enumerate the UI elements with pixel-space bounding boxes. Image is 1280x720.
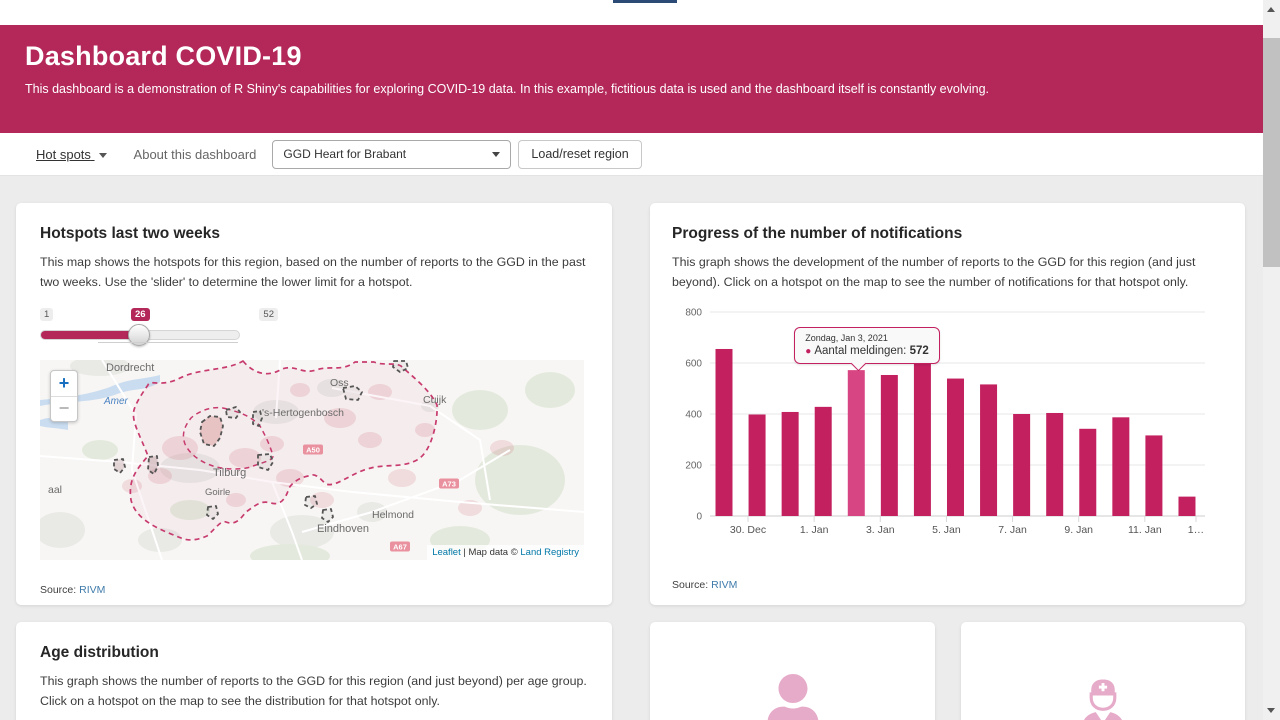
age-distribution-panel: Age distribution This graph shows the nu… [16,622,612,720]
tooltip-value: 572 [910,345,929,357]
select-caret-icon [492,152,500,157]
series-dot-icon: ● [805,346,811,357]
tooltip-value-row: ●Aantal meldingen: 572 [805,345,929,357]
slider-min-label: 1 [40,308,53,321]
progress-panel: Progress of the number of notifications … [650,203,1245,605]
slider-fill [41,331,138,339]
hotspot-threshold-slider: 1 26 52 [40,308,240,352]
svg-text:30. Dec: 30. Dec [730,524,766,536]
zoom-out-button[interactable]: − [51,397,77,421]
map-canvas: Dordrecht Oss Cuijk 's-Hertogenbosch Tilburg… [40,360,584,560]
leaflet-link[interactable]: Leaflet [432,547,461,558]
slider-max-label: 52 [259,308,278,321]
land-registry-link[interactable]: Land Registry [520,547,579,558]
svg-text:'s-Hertogenbosch: 's-Hertogenbosch [262,407,344,419]
scrollbar-thumb[interactable] [1263,38,1280,267]
svg-text:0: 0 [696,512,702,523]
care-card [961,622,1245,720]
svg-text:1. Jan: 1. Jan [800,524,829,536]
svg-text:A73: A73 [442,480,456,489]
age-description: This graph shows the number of reports t… [40,672,588,711]
chart-source: Source: RIVM [672,579,1223,591]
svg-text:600: 600 [685,359,702,370]
hotspots-description: This map shows the hotspots for this reg… [40,253,588,292]
rivm-link[interactable]: RIVM [711,579,737,591]
svg-text:A50: A50 [306,446,320,455]
top-strip [0,0,1263,25]
svg-text:9. Jan: 9. Jan [1064,524,1093,536]
top-progress-bar [613,0,677,3]
page-subtitle: This dashboard is a demonstration of R S… [25,82,1238,96]
svg-text:200: 200 [685,461,702,472]
nav-about-dashboard[interactable]: About this dashboard [134,147,257,162]
nav-hot-spots[interactable]: Hot spots [36,147,107,162]
svg-text:3. Jan: 3. Jan [866,524,895,536]
svg-text:800: 800 [685,308,702,319]
chevron-down-icon [99,153,107,158]
slider-value-badge: 26 [131,308,150,321]
progress-description: This graph shows the development of the … [672,253,1223,292]
page-header: Dashboard COVID-19 This dashboard is a d… [0,25,1263,133]
svg-text:Tilburg: Tilburg [213,467,246,479]
progress-title: Progress of the number of notifications [672,225,1223,243]
svg-text:Goirle: Goirle [205,487,230,498]
user-icon [764,674,822,720]
svg-text:Cuijk: Cuijk [423,394,447,406]
region-select[interactable]: GGD Heart for Brabant [272,140,511,169]
scroll-up-icon[interactable] [1267,7,1275,12]
hotspots-map[interactable]: Dordrecht Oss Cuijk 's-Hertogenbosch Tilburg… [40,360,584,560]
attribution-text: | Map data © [461,547,521,558]
bar-chart-canvas: 0 200 400 600 800 30. Dec 1. Jan 3. Jan 5. Jan 7.… [672,302,1223,550]
svg-text:aal: aal [48,484,62,496]
tooltip-date: Zondag, Jan 3, 2021 [805,333,929,343]
svg-text:400: 400 [685,410,702,421]
svg-text:5. Jan: 5. Jan [932,524,961,536]
map-source: Source: RIVM [40,584,588,596]
age-title: Age distribution [40,644,588,662]
page-title: Dashboard COVID-19 [25,41,1238,72]
zoom-in-button[interactable]: + [51,371,77,397]
navbar: Hot spots About this dashboard GGD Heart… [0,133,1263,176]
svg-text:Amer: Amer [103,396,129,407]
svg-text:1…: 1… [1188,524,1204,536]
svg-text:Eindhoven: Eindhoven [317,523,369,535]
map-attribution: Leaflet | Map data © Land Registry [427,545,584,560]
vertical-scrollbar[interactable] [1263,0,1280,720]
hotspots-title: Hotspots last two weeks [40,225,588,243]
dashboard-page: Dashboard COVID-19 This dashboard is a d… [0,0,1280,720]
scroll-down-icon[interactable] [1267,708,1275,713]
load-reset-region-button[interactable]: Load/reset region [518,140,641,169]
slider-underline [98,342,238,343]
region-select-value: GGD Heart for Brabant [283,147,406,161]
nurse-icon [1074,674,1132,720]
svg-text:11. Jan: 11. Jan [1128,524,1162,536]
rivm-link[interactable]: RIVM [79,584,105,596]
notifications-chart[interactable]: 0 200 400 600 800 30. Dec 1. Jan 3. Jan 5. Jan 7.… [672,302,1223,555]
svg-text:Oss: Oss [330,377,349,389]
slider-track[interactable] [40,330,240,340]
svg-text:Helmond: Helmond [372,509,414,521]
svg-text:Dordrecht: Dordrecht [106,362,154,374]
chart-tooltip: Zondag, Jan 3, 2021 ●Aantal meldingen: 5… [794,327,940,364]
patients-card [650,622,935,720]
svg-text:7. Jan: 7. Jan [998,524,1027,536]
hotspots-panel: Hotspots last two weeks This map shows t… [16,203,612,605]
svg-text:A67: A67 [393,543,407,552]
map-zoom-control: + − [50,370,78,422]
